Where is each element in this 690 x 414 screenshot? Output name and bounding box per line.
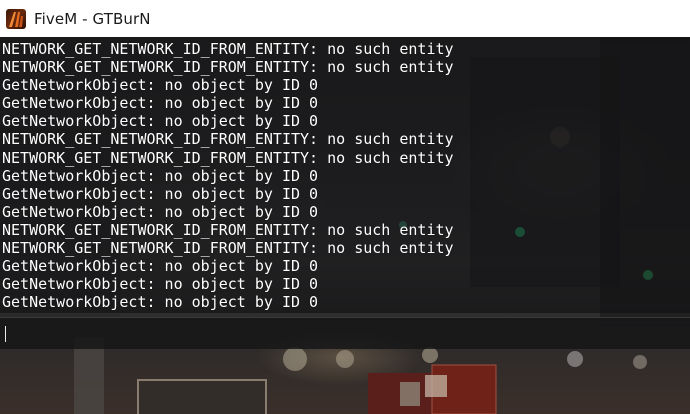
fivem-app-icon — [6, 8, 26, 29]
console-line: GetNetworkObject: no object by ID 0 — [2, 257, 319, 276]
console-line: GetNetworkObject: no object by ID 0 — [2, 112, 319, 131]
console-line: GetNetworkObject: no object by ID 0 — [2, 202, 319, 221]
text-caret — [5, 326, 6, 342]
window-title: FiveM - GTBurN — [34, 9, 151, 28]
console-line: GetNetworkObject: no object by ID 0 — [2, 293, 319, 312]
console-line: NETWORK_GET_NETWORK_ID_FROM_ENTITY: no s… — [2, 58, 454, 77]
title-bar[interactable]: FiveM - GTBurN — [0, 0, 690, 37]
console-input-bar[interactable] — [0, 317, 690, 349]
console-line: GetNetworkObject: no object by ID 0 — [2, 76, 319, 95]
fivem-window: FiveM - GTBurN NETWORK_GET_NETWORK_ID_FR… — [0, 0, 690, 414]
console-output: NETWORK_GET_NETWORK_ID_FROM_ENTITY: no s… — [0, 37, 690, 313]
console-line: GetNetworkObject: no object by ID 0 — [2, 94, 319, 113]
console-line: GetNetworkObject: no object by ID 0 — [2, 275, 319, 294]
console-line: GetNetworkObject: no object by ID 0 — [2, 184, 319, 203]
console-line: NETWORK_GET_NETWORK_ID_FROM_ENTITY: no s… — [2, 239, 454, 258]
console-log: NETWORK_GET_NETWORK_ID_FROM_ENTITY: no s… — [0, 37, 690, 311]
console-input[interactable] — [8, 322, 682, 346]
console-line: NETWORK_GET_NETWORK_ID_FROM_ENTITY: no s… — [2, 40, 454, 58]
console-line: GetNetworkObject: no object by ID 0 — [2, 166, 319, 185]
console-line: NETWORK_GET_NETWORK_ID_FROM_ENTITY: no s… — [2, 148, 454, 167]
console-line: NETWORK_GET_NETWORK_ID_FROM_ENTITY: no s… — [2, 220, 454, 239]
console-line: NETWORK_GET_NETWORK_ID_FROM_ENTITY: no s… — [2, 130, 454, 149]
